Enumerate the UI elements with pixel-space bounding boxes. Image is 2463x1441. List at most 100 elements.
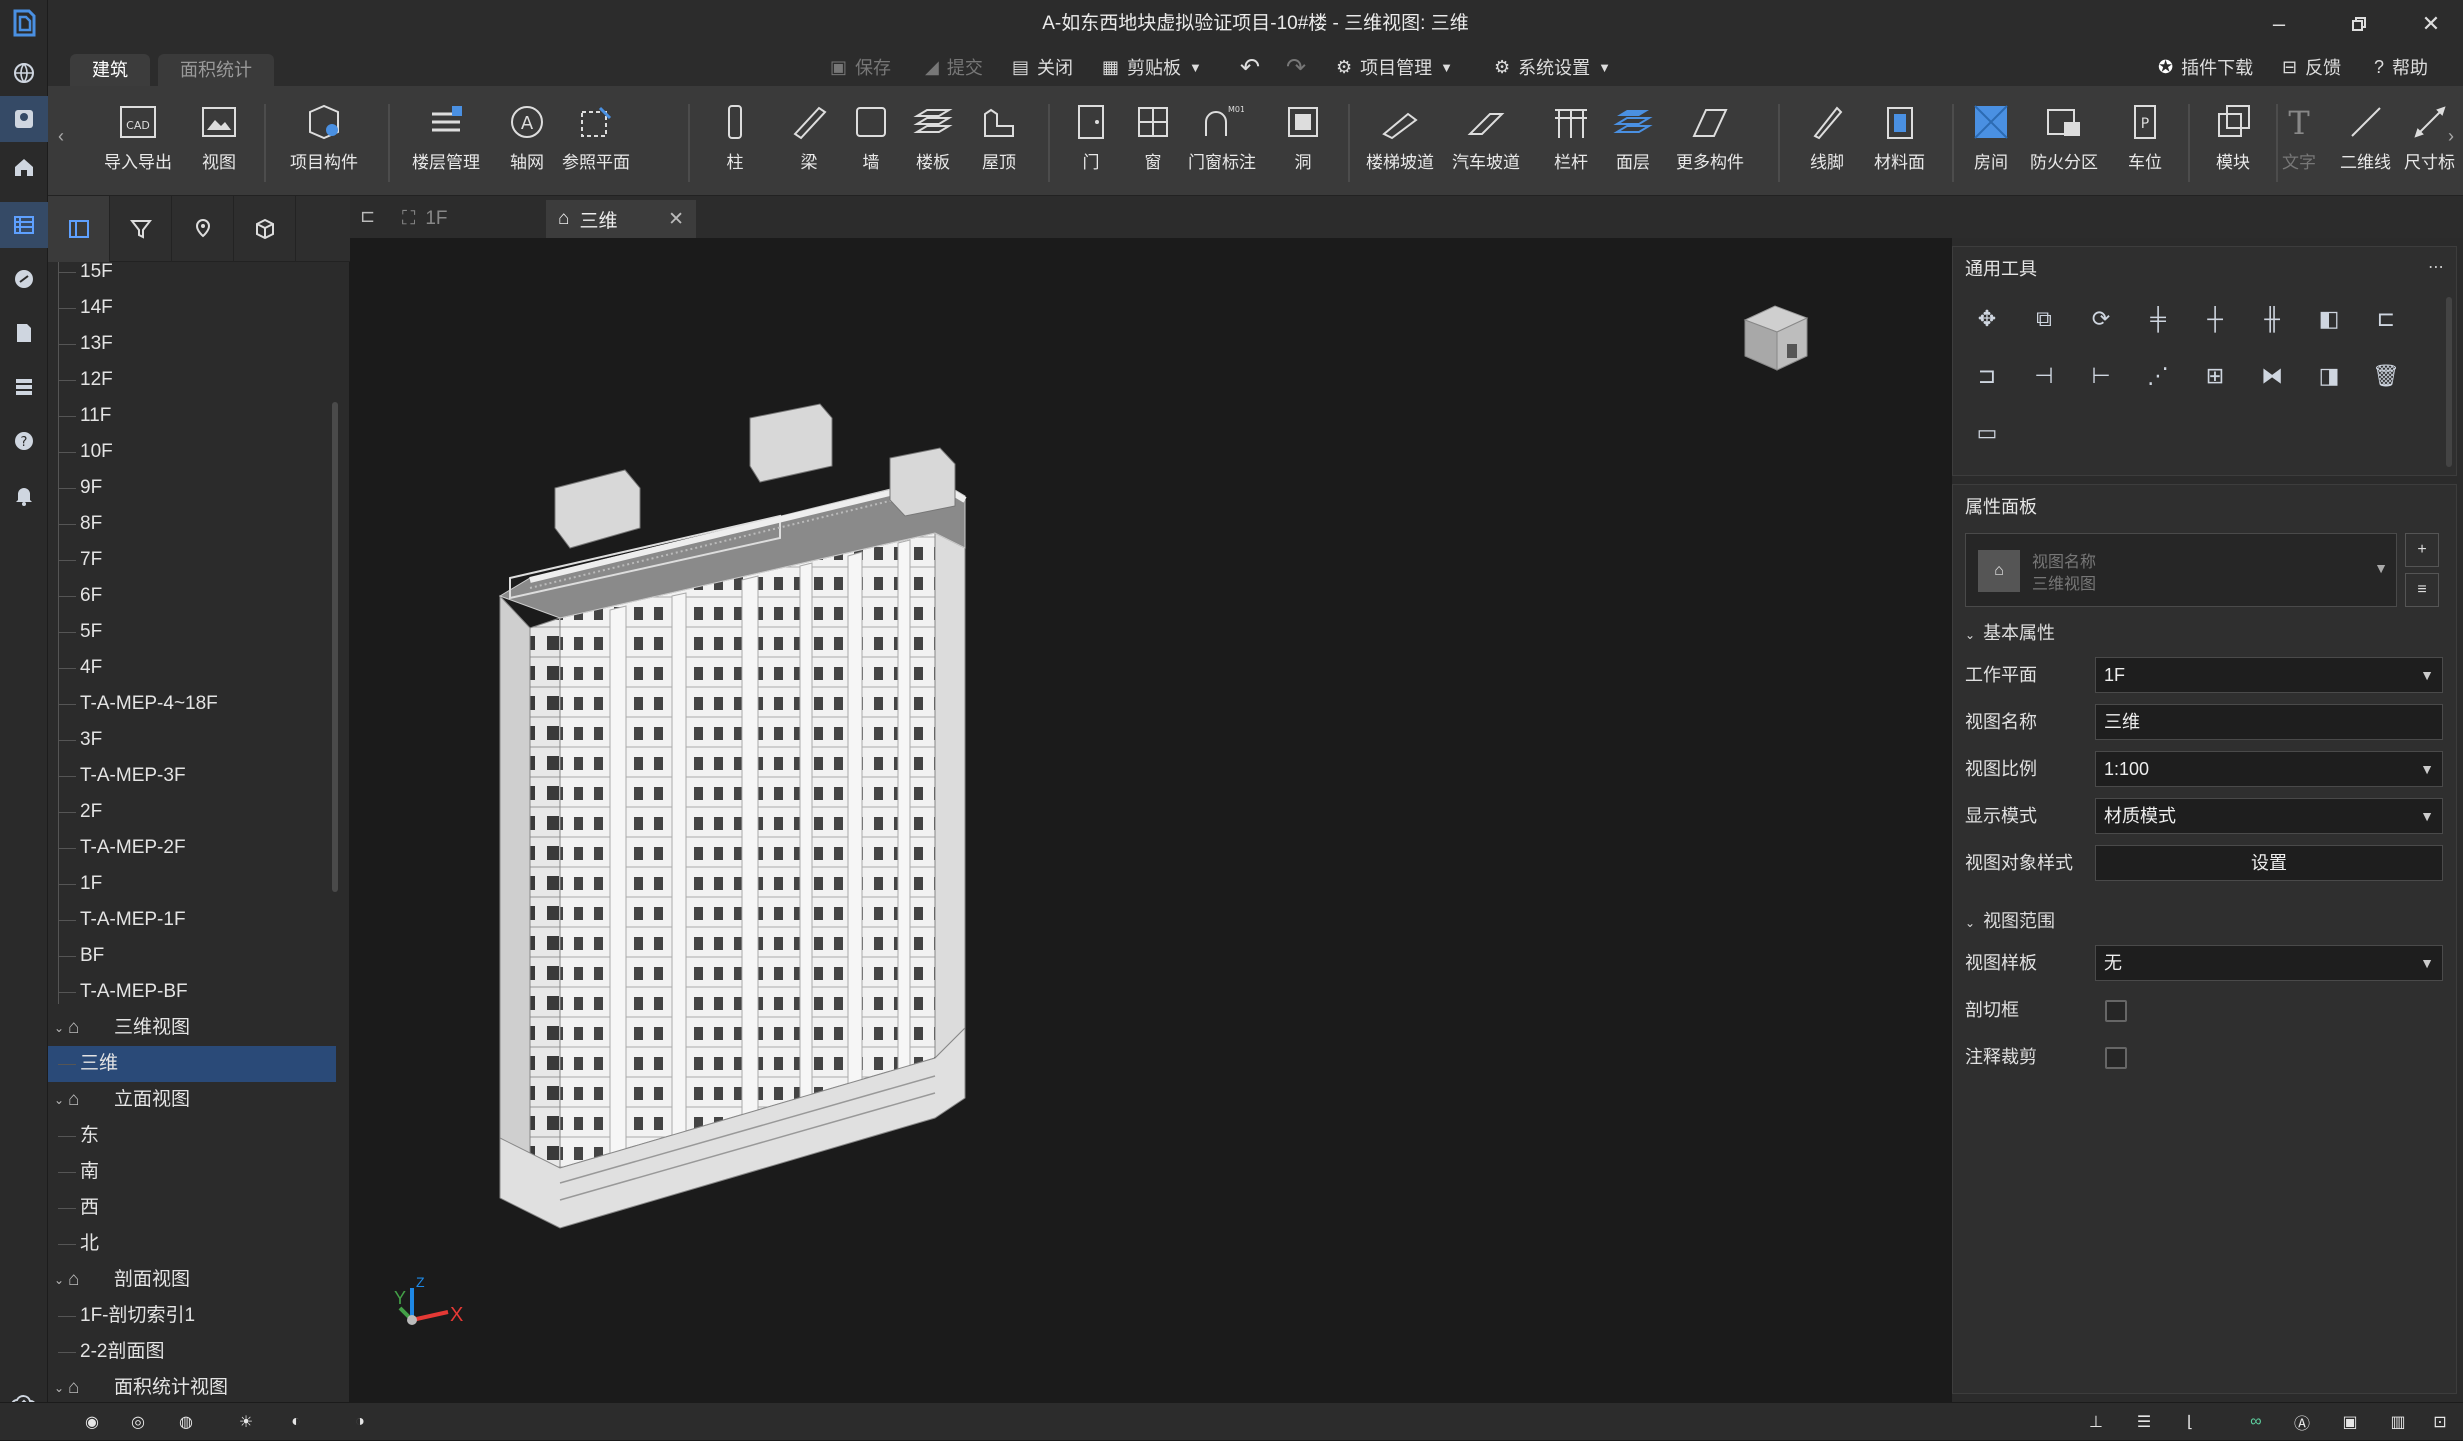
project-component-button[interactable]: 项目构件: [290, 96, 358, 186]
clipboard-button[interactable]: ▦ 剪贴板 ▼: [1102, 48, 1202, 86]
tree-floor-item[interactable]: T-A-MEP-4~18F: [48, 686, 336, 722]
property-select[interactable]: 1:100 ▼: [2095, 751, 2443, 787]
cube-icon[interactable]: [234, 196, 296, 262]
tree-floor-item[interactable]: 12F: [48, 362, 336, 398]
tree-scrollbar[interactable]: [332, 402, 338, 892]
close-icon[interactable]: ✕: [2403, 0, 2459, 48]
tree-floor-item[interactable]: 9F: [48, 470, 336, 506]
mirror-icon[interactable]: ⧓: [2250, 354, 2294, 398]
layers-list-icon[interactable]: [0, 202, 48, 248]
restore-icon[interactable]: [2331, 0, 2387, 48]
tree-floor-item[interactable]: T-A-MEP-2F: [48, 830, 336, 866]
close-tab-icon[interactable]: ✕: [668, 208, 684, 231]
tab-1f[interactable]: ⛶ 1F: [390, 200, 540, 238]
tree-item-3d[interactable]: 三维: [48, 1046, 336, 1082]
browser-panel-icon[interactable]: [48, 196, 110, 262]
isolate-icon[interactable]: ◍: [164, 1403, 208, 1441]
roof-button[interactable]: 屋顶: [976, 96, 1022, 186]
tab-architecture[interactable]: 建筑: [70, 54, 150, 86]
tree-group-elevations[interactable]: ⌄ ⌂ 立面视图: [48, 1082, 336, 1118]
fire-zone-button[interactable]: 防火分区: [2030, 96, 2098, 186]
surface-layer-button[interactable]: 面层: [1610, 96, 1656, 186]
project-management-button[interactable]: ⚙ 项目管理 ▼: [1336, 48, 1453, 86]
zoom-fit-icon[interactable]: ⊡: [2418, 1403, 2462, 1441]
array-icon[interactable]: ⋰: [2136, 354, 2180, 398]
annotation-icon[interactable]: Ⓐ: [2280, 1403, 2324, 1441]
visibility-icon[interactable]: ◉: [70, 1403, 114, 1441]
plugin-download-button[interactable]: ✪ 插件下载: [2158, 48, 2253, 86]
tab-3d[interactable]: ⌂ 三维 ✕: [546, 200, 696, 238]
group-icon[interactable]: ⊞: [2193, 354, 2237, 398]
material-surface-button[interactable]: 材料面: [1874, 96, 1925, 186]
offset-icon[interactable]: ◧: [2307, 297, 2351, 341]
document-icon[interactable]: [0, 310, 48, 356]
tree-floor-item[interactable]: 13F: [48, 326, 336, 362]
door-button[interactable]: 门: [1068, 96, 1114, 186]
feedback-button[interactable]: ⊟ 反馈: [2282, 48, 2341, 86]
home-icon[interactable]: [0, 144, 48, 190]
tree-floor-item[interactable]: BF: [48, 938, 336, 974]
tree-floor-item[interactable]: 4F: [48, 650, 336, 686]
tree-floor-item[interactable]: 3F: [48, 722, 336, 758]
copy-icon[interactable]: ⧉: [2022, 297, 2066, 341]
link-icon[interactable]: [0, 256, 48, 302]
basic-properties-section[interactable]: ⌄ 基本属性: [1965, 615, 2055, 651]
tree-item-elevation[interactable]: 北: [48, 1226, 336, 1262]
delete-icon[interactable]: 🗑: [2364, 354, 2408, 398]
property-select[interactable]: 材质模式 ▼: [2095, 798, 2443, 834]
tree-floor-item[interactable]: 7F: [48, 542, 336, 578]
import-export-button[interactable]: CAD 导入导出: [104, 96, 172, 186]
join-icon[interactable]: ⊏: [2364, 297, 2408, 341]
replace-icon[interactable]: ◨: [2307, 354, 2351, 398]
filter-icon[interactable]: [110, 196, 172, 262]
view-range-section[interactable]: ⌄ 视图范围: [1965, 903, 2055, 939]
render-icon[interactable]: ◑: [338, 1403, 382, 1441]
tree-floor-item[interactable]: 10F: [48, 434, 336, 470]
ribbon-scroll-left-icon[interactable]: ‹: [58, 126, 64, 147]
move-icon[interactable]: ✥: [1965, 297, 2009, 341]
property-select[interactable]: 无 ▼: [2095, 945, 2443, 981]
car-ramp-button[interactable]: 汽车坡道: [1452, 96, 1520, 186]
system-settings-button[interactable]: ⚙ 系统设置 ▼: [1494, 48, 1611, 86]
light-bulb-icon[interactable]: ☀: [224, 1403, 268, 1441]
tree-item-elevation[interactable]: 南: [48, 1154, 336, 1190]
list-icon[interactable]: [0, 364, 48, 410]
tree-floor-item[interactable]: 15F: [48, 262, 336, 290]
link-status-icon[interactable]: ∞: [2234, 1403, 2278, 1441]
tree-floor-item[interactable]: 2F: [48, 794, 336, 830]
unjoin-icon[interactable]: ⊐: [1965, 354, 2009, 398]
tree-item-section[interactable]: 1F-剖切索引1: [48, 1298, 336, 1334]
tree-floor-item[interactable]: T-A-MEP-1F: [48, 902, 336, 938]
tree-floor-item[interactable]: 8F: [48, 506, 336, 542]
question-icon[interactable]: ?: [0, 418, 48, 464]
split-icon[interactable]: ┼: [2193, 297, 2237, 341]
window-button[interactable]: 窗: [1130, 96, 1176, 186]
view-list-icon[interactable]: ≡: [2405, 573, 2439, 607]
reference-plane-button[interactable]: 参照平面: [562, 96, 630, 186]
tree-floor-item[interactable]: T-A-MEP-BF: [48, 974, 336, 1010]
view-button[interactable]: 视图: [196, 96, 242, 186]
align-icon[interactable]: ☰: [2122, 1403, 2166, 1441]
tools-scrollbar[interactable]: [2446, 297, 2452, 467]
floor-management-button[interactable]: 楼层管理: [412, 96, 480, 186]
chevron-down-icon[interactable]: ⌄: [54, 1010, 64, 1046]
tree-floor-item[interactable]: 11F: [48, 398, 336, 434]
tree-floor-item[interactable]: 14F: [48, 290, 336, 326]
parking-button[interactable]: P 车位: [2122, 96, 2168, 186]
property-input[interactable]: 三维: [2095, 704, 2443, 740]
stair-ramp-button[interactable]: 楼梯坡道: [1366, 96, 1434, 186]
tree-item-elevation[interactable]: 西: [48, 1190, 336, 1226]
rotate-icon[interactable]: ⟳: [2079, 297, 2123, 341]
layout-icon[interactable]: ▥: [2376, 1403, 2420, 1441]
column-button[interactable]: 柱: [712, 96, 758, 186]
bell-icon[interactable]: [0, 472, 48, 518]
beam-button[interactable]: 梁: [786, 96, 832, 186]
text-button[interactable]: T 文字: [2276, 96, 2322, 186]
3d-viewport[interactable]: X Y Z: [350, 238, 1950, 1402]
property-button[interactable]: 设置: [2095, 845, 2443, 881]
model-icon[interactable]: [0, 96, 48, 142]
railing-button[interactable]: 栏杆: [1548, 96, 1594, 186]
tree-floor-item[interactable]: 5F: [48, 614, 336, 650]
snap-icon[interactable]: ⌊: [2168, 1403, 2212, 1441]
trim-icon[interactable]: ╪: [2136, 297, 2180, 341]
